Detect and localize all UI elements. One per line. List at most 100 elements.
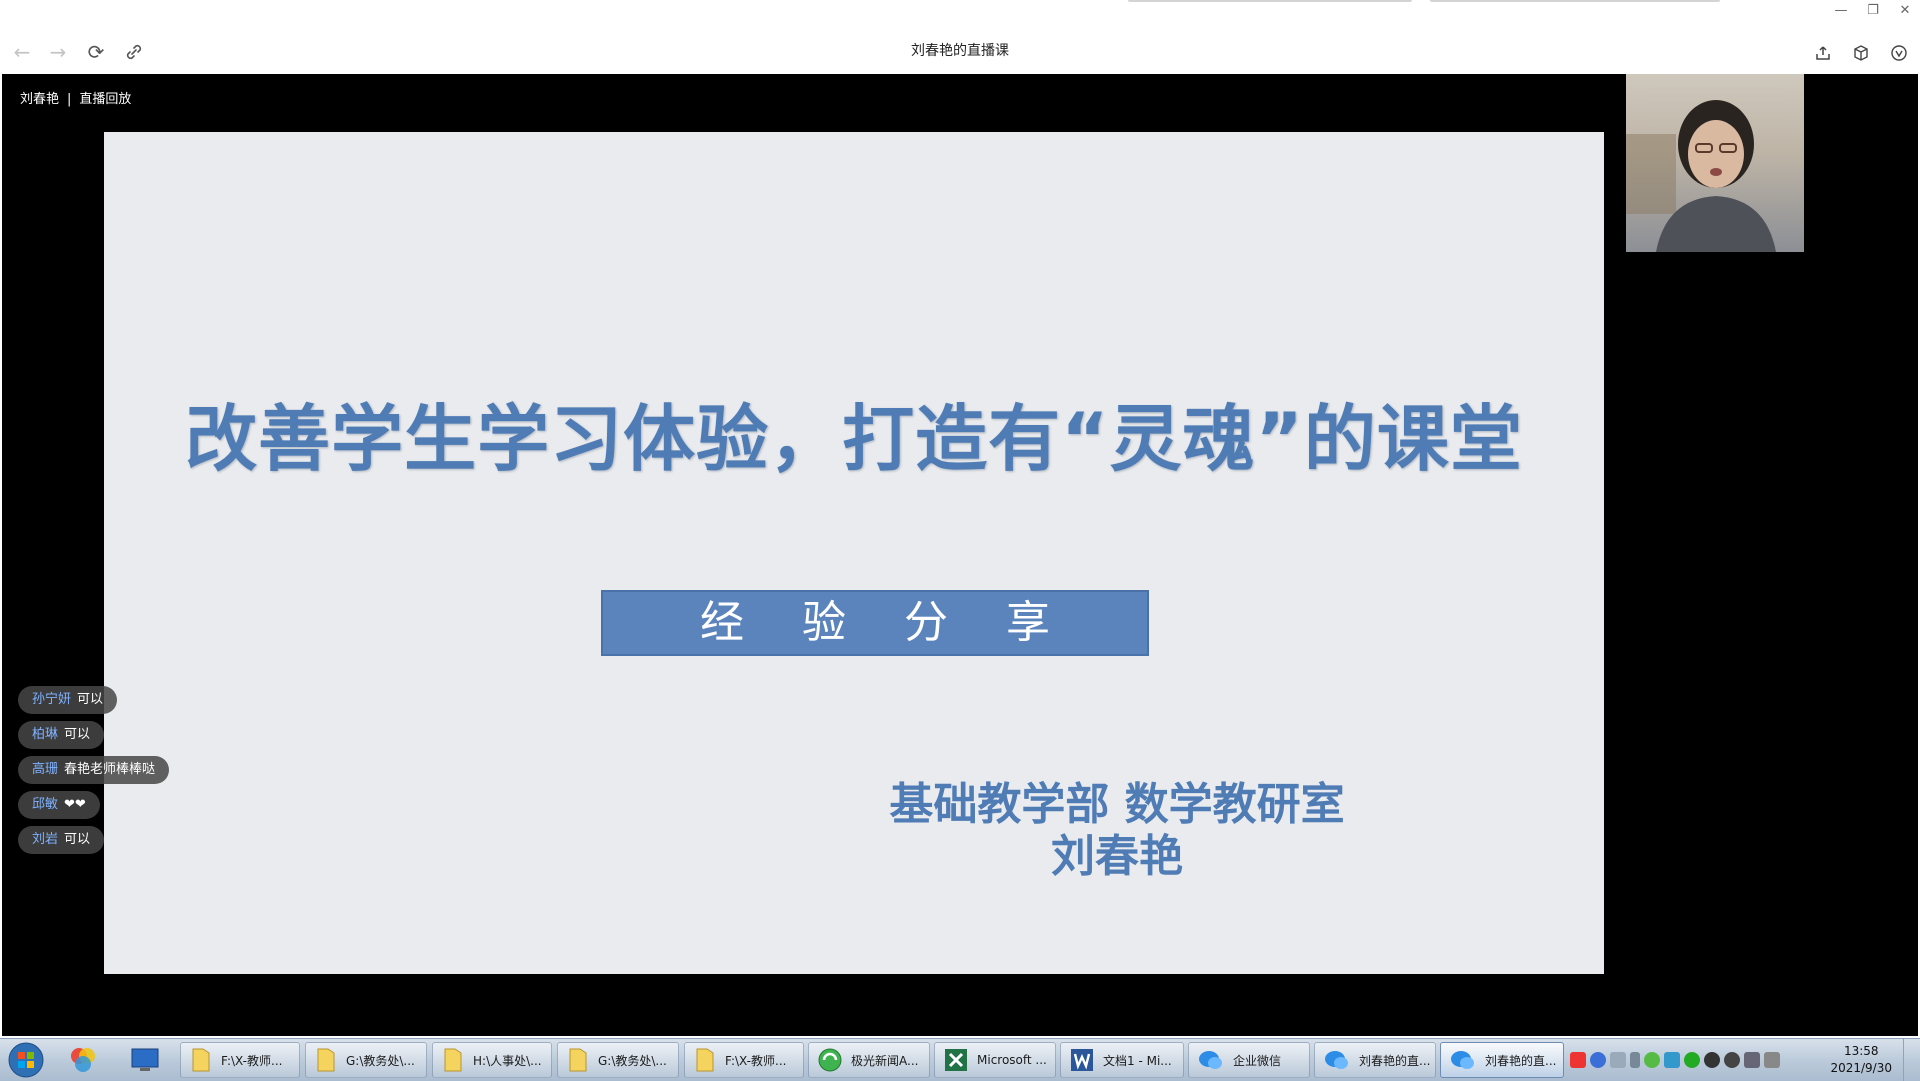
folder-icon [444,1048,462,1072]
danmaku-user: 孙宁妍 [32,692,72,707]
danmaku-user: 柏琳 [32,727,59,742]
taskbar-item[interactable]: F:\X-教师... [684,1042,804,1078]
danmaku-text: 可以 [77,692,104,707]
danmaku-user: 高珊 [32,762,59,777]
danmaku-user: 邱敏 [32,797,59,812]
wecom-icon [1325,1051,1348,1069]
stream-info: 刘春艳 | 直播回放 [20,88,131,107]
taskbar-item-label: G:\教务处\... [598,1053,667,1068]
slide-title: 改善学生学习体验，打造有“灵魂”的课堂 [185,397,1523,481]
danmaku-message: 柏琳 可以 [18,721,105,749]
settings-button[interactable] [1886,40,1912,66]
danmaku-message: 高珊 春艳老师棒棒哒 [18,756,170,784]
taskbar-item-label: F:\X-教师... [725,1053,787,1068]
link-icon [126,44,142,60]
forward-button[interactable]: → [44,38,72,66]
word-icon [1071,1049,1093,1071]
show-desktop-button[interactable] [1903,1039,1920,1081]
share-icon [1816,46,1830,60]
taskbar-item-label: F:\X-教师... [221,1053,283,1068]
folder-icon [696,1048,714,1072]
security-icon[interactable] [1644,1052,1660,1068]
taskbar-item[interactable]: 刘春艳的直... [1314,1042,1436,1078]
quick-launch-desktop[interactable] [124,1043,166,1077]
quick-launch-app[interactable] [62,1043,104,1077]
presenter-camera[interactable] [1626,74,1804,252]
cube-icon [1854,45,1868,61]
system-tray [1570,1047,1780,1073]
qq-icon[interactable] [1724,1052,1740,1068]
taskbar-item-label: 刘春艳的直... [1485,1053,1557,1068]
presentation-slide: 改善学生学习体验，打造有“灵魂”的课堂 经验分享 基础教学部 数学教研室 刘春艳 [104,132,1604,974]
refresh-icon: ⟳ [87,40,105,64]
taskbar-item-label: Microsoft ... [977,1053,1047,1067]
host-name: 刘春艳 [20,92,60,107]
taskbar-item[interactable]: 极光新闻A... [808,1042,930,1078]
taskbar-item-active[interactable]: 刘春艳的直... [1440,1042,1564,1078]
share-button[interactable] [1810,40,1836,66]
slide-author: 刘春艳 [1051,831,1183,882]
separator: | [67,92,72,107]
danmaku-text: 可以 [64,727,91,742]
arrow-right-icon: → [49,40,67,64]
taskbar-item-label: 文档1 - Mi... [1103,1053,1172,1068]
taskbar-item[interactable]: F:\X-教师... [180,1042,300,1078]
restore-button[interactable]: ❐ [1860,2,1886,18]
arrow-left-icon: ← [13,40,31,64]
close-button[interactable]: ✕ [1892,2,1918,18]
excel-icon [945,1049,967,1071]
help-icon[interactable] [1590,1052,1606,1068]
refresh-button[interactable]: ⟳ [82,38,110,66]
top-tab-indicator[interactable] [1430,0,1720,2]
colorful-app-icon [71,1048,95,1072]
presenter-avatar-icon [1626,100,1776,252]
folder-icon [569,1048,587,1072]
danmaku-text: ❤❤ [64,797,86,812]
chevron-up-icon[interactable] [1630,1052,1640,1068]
danmaku-message: 邱敏 ❤❤ [18,791,100,819]
slide-badge: 经验分享 [601,590,1149,656]
clock-time: 13:58 [1843,1044,1879,1058]
cube-button[interactable] [1848,40,1874,66]
replay-label: 直播回放 [79,92,132,107]
taskbar-item[interactable]: H:\人事处\... [432,1042,552,1078]
title-bar: — ❐ ✕ ← → ⟳ 刘春艳的直播课 [0,0,1920,74]
shield-icon [1891,45,1907,61]
taskbar-item[interactable]: Microsoft ... [934,1042,1056,1078]
wechat-icon[interactable] [1684,1052,1700,1068]
taskbar-item-label: H:\人事处\... [473,1053,542,1068]
danmaku-user: 刘岩 [32,832,59,847]
volume-icon[interactable] [1764,1052,1780,1068]
wecom-icon [1199,1051,1222,1069]
start-button[interactable] [4,1041,48,1079]
sogou-icon[interactable] [1570,1052,1586,1068]
windows-taskbar: F:\X-教师... G:\教务处\... H:\人事处\... G:\教务处\… [0,1038,1920,1081]
copy-link-button[interactable] [120,38,148,66]
taskbar-item-label: 企业微信 [1233,1053,1282,1068]
wecom-icon [1451,1051,1474,1069]
display-icon[interactable] [1744,1052,1760,1068]
danmaku-text: 春艳老师棒棒哒 [64,762,156,777]
danmaku-message: 刘岩 可以 [18,826,105,854]
system-clock[interactable]: 13:58 2021/9/30 [1830,1043,1892,1077]
danmaku-message: 孙宁妍 可以 [18,686,118,714]
minimize-button[interactable]: — [1828,2,1854,18]
taskbar-item[interactable]: G:\教务处\... [557,1042,679,1078]
taskbar-item-label: 极光新闻A... [851,1053,919,1068]
network-icon[interactable] [1610,1052,1626,1068]
taskbar-item[interactable]: 文档1 - Mi... [1060,1042,1184,1078]
browser-tray-icon[interactable] [1664,1052,1680,1068]
folder-icon [192,1048,210,1072]
monitor-icon [131,1048,159,1071]
live-stream-player[interactable]: 刘春艳 | 直播回放 改善学生学习体验，打造有“灵魂”的课堂 经验分享 基础教学部 … [2,74,1918,1036]
browser-icon [818,1048,842,1072]
taskbar-item[interactable]: G:\教务处\... [305,1042,427,1078]
clock-date: 2021/9/30 [1830,1061,1892,1075]
folder-icon [317,1048,335,1072]
back-button[interactable]: ← [8,38,36,66]
taskbar-item[interactable]: 企业微信 [1188,1042,1310,1078]
taskbar-item-label: G:\教务处\... [346,1053,415,1068]
top-tab-indicator[interactable] [1128,0,1412,2]
danmaku-text: 可以 [64,832,91,847]
qq-icon[interactable] [1704,1052,1720,1068]
